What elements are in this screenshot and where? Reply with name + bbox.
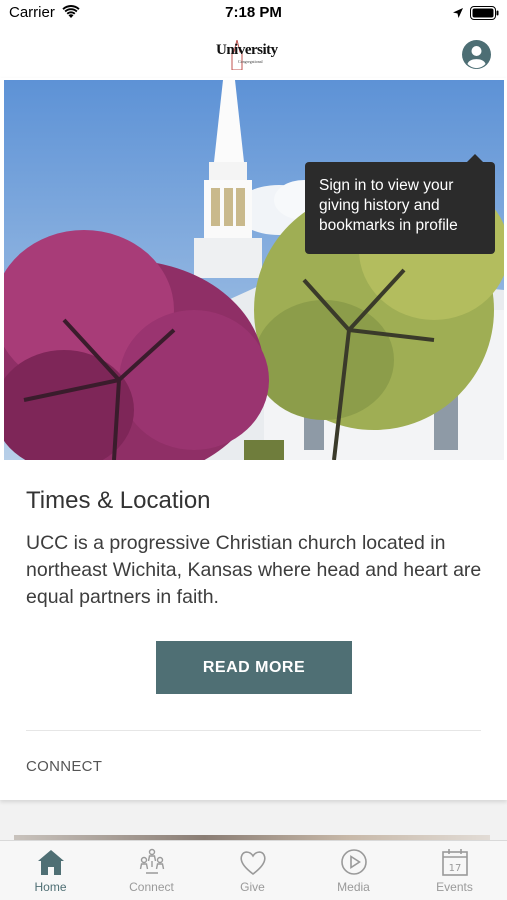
profile-button[interactable] [462, 40, 491, 69]
church-logo[interactable]: University Congregational [212, 38, 296, 72]
status-time: 7:18 PM [225, 4, 282, 21]
app-screen: Carrier 7:18 PM University Congregationa… [0, 0, 507, 900]
connect-section-label[interactable]: CONNECT [26, 758, 102, 775]
svg-text:17: 17 [448, 863, 461, 874]
tab-events-label: Events [436, 880, 473, 894]
card-title: Times & Location [26, 487, 211, 514]
tab-connect[interactable]: Connect [101, 847, 202, 900]
tab-bar: Home Connect Give Media 17 Events [0, 840, 507, 900]
app-header: University Congregational [0, 30, 507, 78]
read-more-button[interactable]: READ MORE [156, 641, 352, 694]
home-icon [37, 850, 64, 875]
logo-text: University [216, 42, 278, 58]
tab-events[interactable]: 17 Events [404, 847, 505, 900]
tab-media[interactable]: Media [303, 847, 404, 900]
location-arrow-icon [452, 6, 464, 24]
tooltip-text: Sign in to view your giving history and … [319, 177, 458, 234]
status-bar: Carrier 7:18 PM [0, 0, 507, 30]
tab-give-label: Give [240, 880, 265, 894]
play-icon [340, 849, 367, 875]
people-icon [139, 848, 164, 874]
divider [26, 730, 481, 731]
tab-give[interactable]: Give [202, 847, 303, 900]
tab-home-label: Home [34, 880, 67, 894]
battery-icon [470, 6, 500, 25]
sign-in-tooltip[interactable]: Sign in to view your giving history and … [305, 154, 495, 254]
card-description: UCC is a progressive Christian church lo… [26, 532, 482, 608]
church-hero-image [4, 80, 504, 460]
logo-subtitle: Congregational [238, 59, 263, 64]
tab-connect-label: Connect [129, 880, 174, 894]
tab-home[interactable]: Home [0, 847, 101, 900]
calendar-icon: 17 [441, 849, 468, 876]
times-location-card: Sign in to view your giving history and … [0, 78, 507, 800]
tab-media-label: Media [337, 880, 370, 894]
person-icon [467, 46, 486, 69]
heart-icon [239, 851, 266, 876]
